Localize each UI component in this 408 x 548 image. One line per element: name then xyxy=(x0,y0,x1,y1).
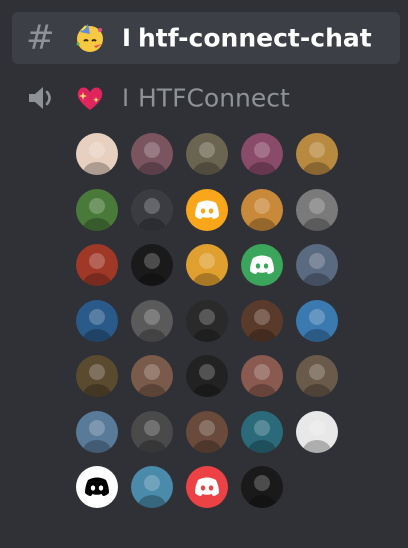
member-avatar[interactable] xyxy=(241,355,283,397)
member-avatar[interactable] xyxy=(131,299,173,342)
member-avatar[interactable] xyxy=(76,133,118,175)
member-avatar[interactable] xyxy=(241,133,283,175)
member-avatar[interactable] xyxy=(131,355,173,397)
member-avatar[interactable] xyxy=(296,355,338,397)
hash-icon: # xyxy=(26,18,55,58)
sparkling-heart-emoji xyxy=(77,87,103,110)
channel-name: HTFConnect xyxy=(138,83,290,113)
voice-channel-item[interactable]: I HTFConnect xyxy=(12,72,400,124)
member-avatar[interactable] xyxy=(296,133,338,175)
member-avatar[interactable] xyxy=(76,410,118,453)
channel-name: htf-connect-chat xyxy=(138,23,372,53)
member-avatar[interactable] xyxy=(241,466,283,508)
member-avatar[interactable] xyxy=(186,244,228,286)
member-avatar-discord-icon[interactable] xyxy=(186,466,228,508)
member-avatar[interactable] xyxy=(76,188,118,231)
channel-separator: I xyxy=(122,24,131,52)
member-avatar[interactable] xyxy=(131,410,173,453)
speaker-icon xyxy=(29,87,51,109)
member-avatar[interactable] xyxy=(296,188,338,231)
channel-separator: I xyxy=(122,84,130,112)
member-avatar[interactable] xyxy=(186,299,228,342)
member-avatar[interactable] xyxy=(76,355,118,397)
member-avatar[interactable] xyxy=(296,410,338,453)
member-avatar[interactable] xyxy=(241,188,283,231)
member-avatar[interactable] xyxy=(186,133,228,175)
member-avatar-discord-icon[interactable] xyxy=(241,244,283,286)
member-avatar[interactable] xyxy=(186,355,228,397)
member-avatar[interactable] xyxy=(131,133,173,175)
member-avatar[interactable] xyxy=(131,188,173,231)
member-avatar[interactable] xyxy=(131,244,173,286)
member-avatar[interactable] xyxy=(241,299,283,342)
member-avatar[interactable] xyxy=(186,410,228,453)
member-avatar-discord-icon[interactable] xyxy=(186,188,228,231)
member-avatar[interactable] xyxy=(241,410,283,453)
member-avatar[interactable] xyxy=(131,466,173,508)
text-channel-item[interactable]: # I htf-connect-chat xyxy=(12,12,400,64)
member-avatar[interactable] xyxy=(76,244,118,286)
member-avatar[interactable] xyxy=(296,244,338,286)
member-avatar[interactable] xyxy=(296,299,338,342)
member-avatar[interactable] xyxy=(76,299,118,342)
partying-face-emoji xyxy=(76,24,103,52)
member-avatar-discord-icon[interactable] xyxy=(76,466,118,508)
